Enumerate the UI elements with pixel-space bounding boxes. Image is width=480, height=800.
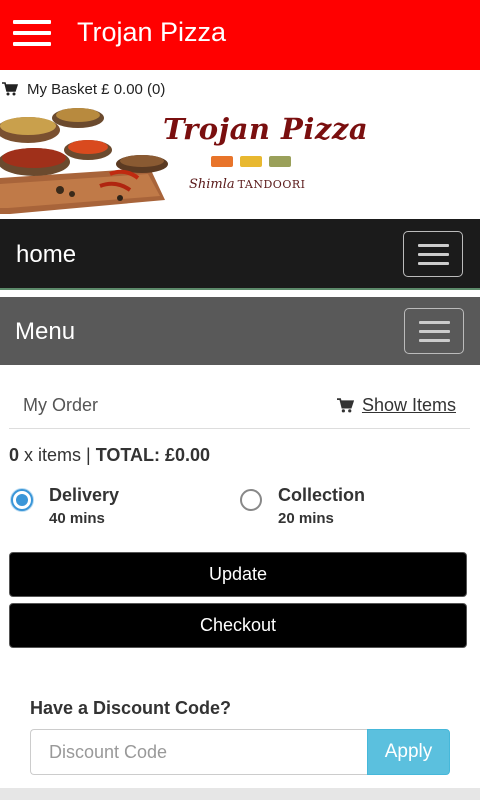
show-items-link[interactable]: Show Items <box>336 395 456 416</box>
banner-title: Trojan Pizza <box>163 112 369 146</box>
spice-swatches <box>211 156 291 167</box>
swatch-orange <box>211 156 233 167</box>
home-navbar: home <box>0 219 480 290</box>
banner-subtitle-script: Shimla <box>189 177 235 192</box>
collection-radio[interactable] <box>240 489 262 511</box>
banner-subtitle: Shimla TANDOORI <box>189 177 305 192</box>
discount-code-input[interactable] <box>30 729 367 775</box>
item-count: 0 <box>9 445 20 465</box>
apply-button[interactable]: Apply <box>367 729 450 775</box>
order-header: My Order Show Items <box>9 387 470 429</box>
order-title: My Order <box>23 395 99 415</box>
home-link[interactable]: home <box>16 241 76 269</box>
nav-toggle-button[interactable] <box>403 231 463 277</box>
app-header: Trojan Pizza <box>0 0 480 70</box>
show-items-label: Show Items <box>361 395 456 415</box>
checkout-button[interactable]: Checkout <box>9 603 467 648</box>
menu-toggle-icon <box>419 321 450 324</box>
app-title: Trojan Pizza <box>77 17 227 47</box>
swatch-yellow <box>240 156 262 167</box>
menu-toggle-icon <box>418 244 449 247</box>
basket-link[interactable]: My Basket £ 0.00 (0) <box>0 78 165 100</box>
items-text: x items | <box>19 445 96 465</box>
order-total: TOTAL: £0.00 <box>95 445 211 465</box>
cart-icon <box>336 398 354 413</box>
menu-bar: Menu <box>0 297 480 365</box>
delivery-time: 40 mins <box>49 510 105 527</box>
footer-strip <box>0 788 480 800</box>
basket-label: My Basket £ 0.00 (0) <box>27 80 166 98</box>
restaurant-banner: Trojan Pizza Shimla TANDOORI <box>0 104 480 216</box>
swatch-green <box>269 156 291 167</box>
delivery-radio[interactable] <box>11 489 33 511</box>
banner-subtitle-caps: TANDOORI <box>237 178 306 191</box>
discount-heading: Have a Discount Code? <box>30 698 232 718</box>
order-summary: 0 x items | TOTAL: £0.00 <box>9 445 210 466</box>
collection-time: 20 mins <box>278 510 334 527</box>
menu-label: Menu <box>15 318 76 345</box>
hamburger-icon[interactable] <box>13 20 51 46</box>
menu-toggle-button[interactable] <box>404 308 464 354</box>
spices-image <box>0 104 170 216</box>
cart-icon <box>2 82 18 96</box>
update-button[interactable]: Update <box>9 552 467 597</box>
delivery-label[interactable]: Delivery <box>49 485 119 506</box>
collection-label[interactable]: Collection <box>278 485 365 506</box>
